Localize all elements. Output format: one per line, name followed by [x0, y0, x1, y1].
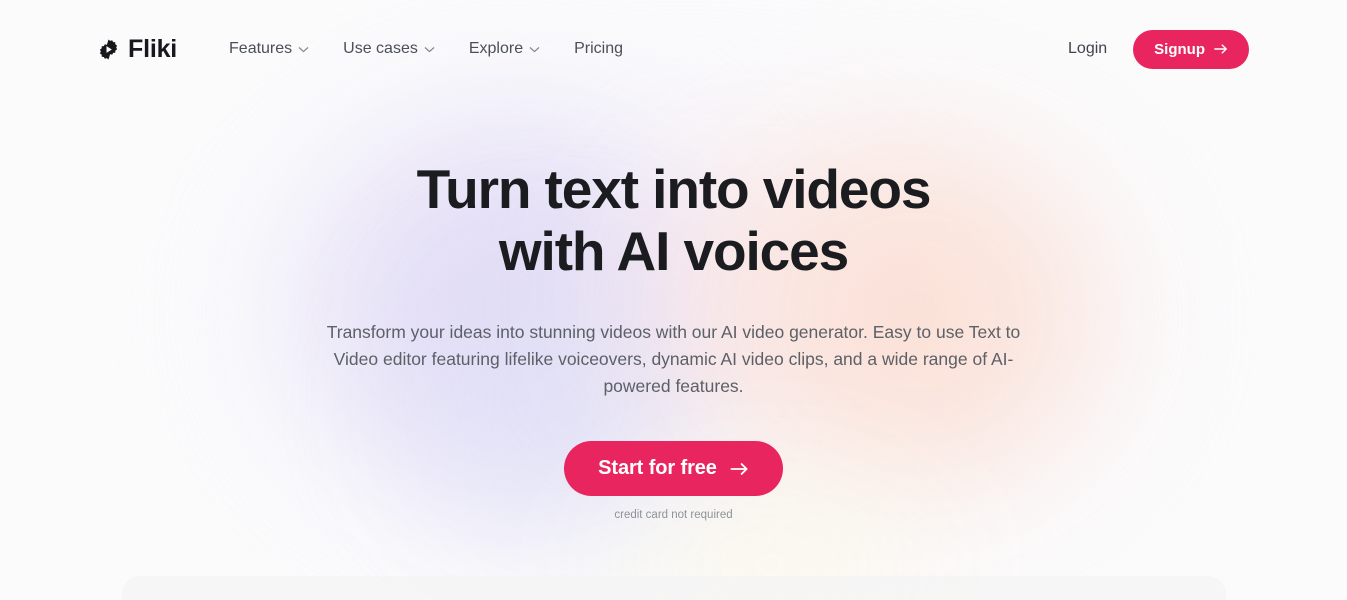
nav-item-label: Explore	[468, 40, 524, 57]
nav-item-features[interactable]: Features	[215, 32, 323, 66]
nav-item-label: Features	[229, 40, 293, 57]
next-section-panel	[121, 576, 1226, 600]
login-link[interactable]: Login	[1068, 40, 1107, 58]
signup-button[interactable]: Signup	[1133, 29, 1249, 69]
nav-item-label: Use cases	[343, 40, 418, 57]
brand-logo[interactable]: Fliki	[98, 34, 178, 63]
arrow-right-icon	[730, 462, 748, 475]
cta-note: credit card not required	[614, 509, 733, 521]
chevron-down-icon	[529, 46, 540, 52]
page-title: Turn text into videos with AI voices	[314, 158, 1034, 282]
start-for-free-button[interactable]: Start for free	[564, 441, 783, 496]
start-for-free-label: Start for free	[598, 457, 717, 479]
gear-play-icon	[99, 39, 118, 59]
site-header: Fliki Features Use cases Explore Pricing…	[0, 0, 1347, 98]
nav-item-label: Pricing	[574, 40, 624, 57]
header-actions: Login Signup	[1068, 29, 1249, 69]
primary-nav: Features Use cases Explore Pricing	[215, 32, 637, 66]
hero-cta-group: Start for free credit card not required	[0, 441, 1347, 521]
arrow-right-icon	[1214, 44, 1227, 54]
nav-item-explore[interactable]: Explore	[455, 32, 554, 66]
hero-section: Turn text into videos with AI voices Tra…	[0, 98, 1347, 521]
page-title-line-1: Turn text into videos	[416, 158, 932, 220]
chevron-down-icon	[424, 46, 435, 52]
brand-name: Fliki	[128, 34, 178, 63]
page-title-line-2: with AI voices	[498, 219, 849, 282]
nav-item-pricing[interactable]: Pricing	[560, 32, 637, 66]
chevron-down-icon	[298, 46, 309, 52]
hero-subtitle: Transform your ideas into stunning video…	[326, 322, 1021, 397]
signup-button-label: Signup	[1154, 40, 1205, 58]
nav-item-use-cases[interactable]: Use cases	[329, 32, 449, 66]
